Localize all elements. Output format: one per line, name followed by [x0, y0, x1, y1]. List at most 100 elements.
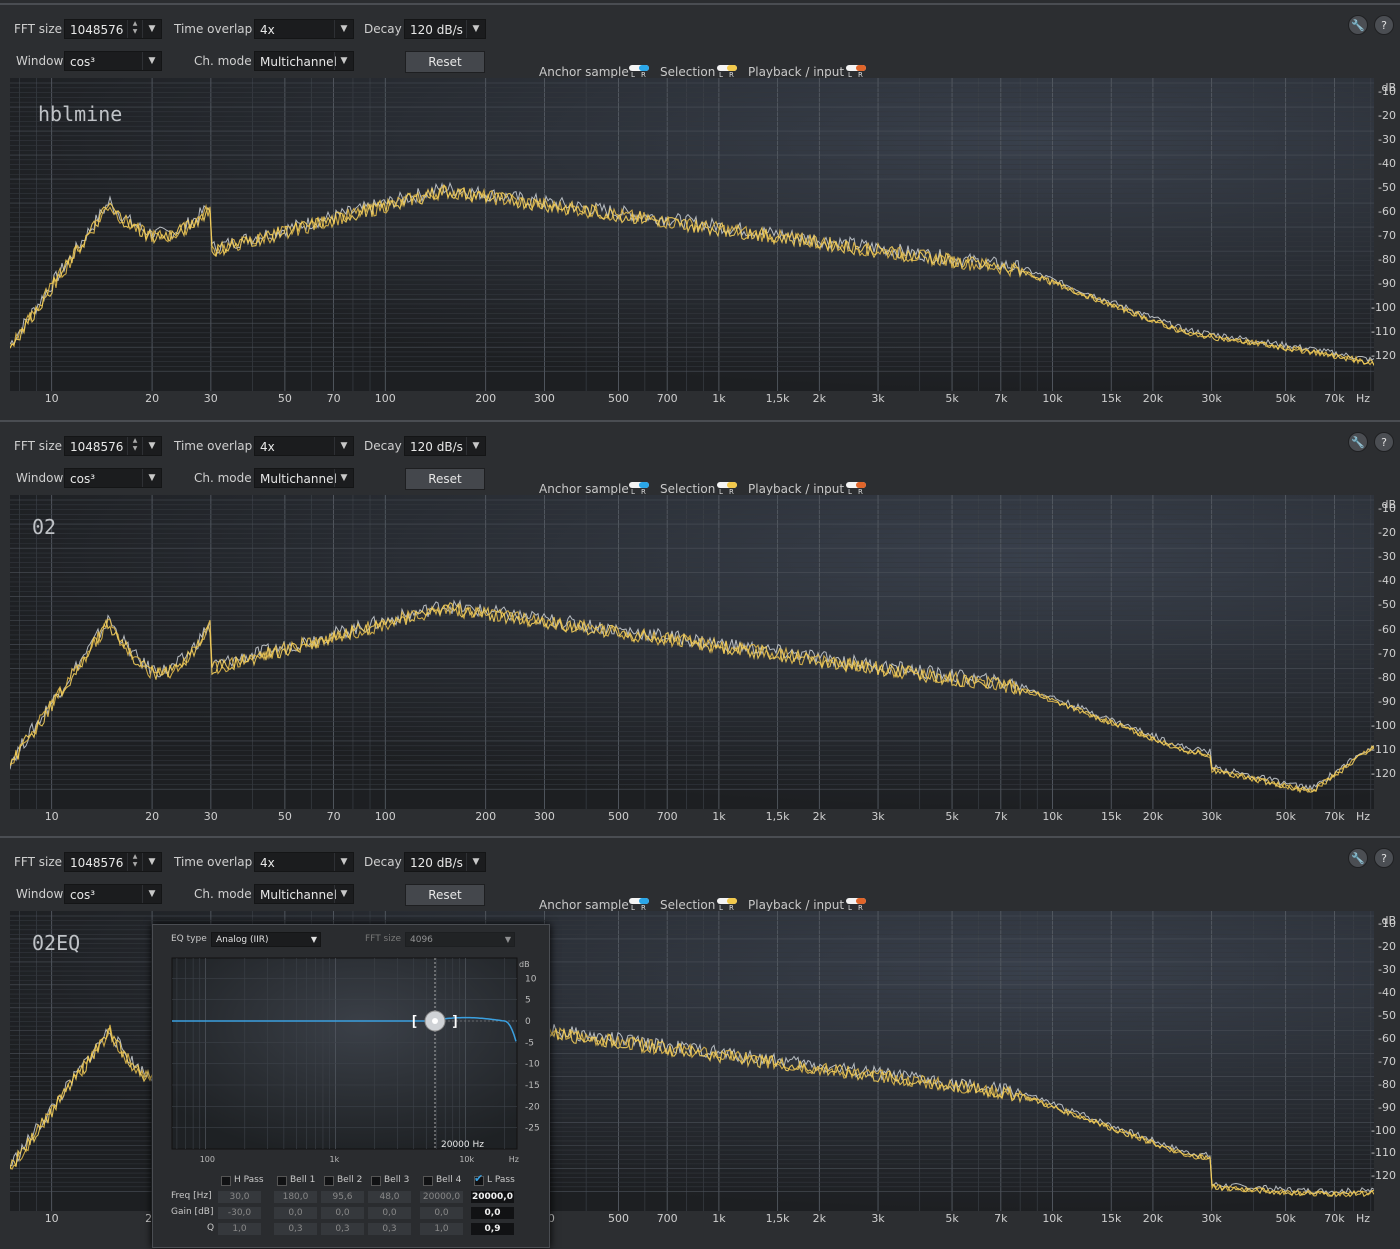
decay-dropdown[interactable]: 120 dB/s ▼ [404, 852, 486, 872]
stepper-icon[interactable]: ▲ ▼ [127, 20, 142, 38]
db-tick-label: -100 [1371, 1124, 1396, 1137]
db-tick-label: -70 [1378, 647, 1396, 660]
band-enable-checkbox[interactable] [221, 1176, 231, 1186]
window-dropdown[interactable]: cos³ ▼ [64, 468, 162, 488]
help-button[interactable]: ? [1374, 15, 1394, 35]
db-tick-label: -10 [1378, 502, 1396, 515]
band-q-field[interactable]: 0,9 [471, 1223, 514, 1235]
band-q-field[interactable]: 0,3 [274, 1223, 317, 1235]
time-overlap-value: 4x [260, 440, 275, 454]
fft-size-value: 1048576 [70, 856, 124, 870]
spectrum-plot[interactable]: 02 [10, 495, 1374, 809]
wrench-icon[interactable]: 🔧 [1348, 15, 1368, 35]
ch-mode-value: Multichannel [260, 55, 337, 69]
eq-type-value: Analog (IIR) [216, 935, 269, 945]
band-enable-checkbox[interactable] [277, 1176, 287, 1186]
wrench-icon[interactable]: 🔧 [1348, 848, 1368, 868]
decay-dropdown[interactable]: 120 dB/s ▼ [404, 436, 486, 456]
db-tick-label: -20 [1378, 526, 1396, 539]
hz-tick-label: 1k [712, 392, 726, 405]
band-gain-field[interactable]: 0,0 [274, 1207, 317, 1219]
band-q-field[interactable]: 1,0 [420, 1223, 463, 1235]
ch-mode-dropdown[interactable]: Multichannel ▼ [254, 468, 354, 488]
reset-button[interactable]: Reset [405, 884, 485, 906]
stepper-icon[interactable]: ▲ ▼ [127, 853, 142, 871]
band-enable-checkbox[interactable] [324, 1176, 334, 1186]
wrench-icon[interactable]: 🔧 [1348, 432, 1368, 452]
band-freq-field[interactable]: 95,6 [321, 1191, 364, 1203]
decay-dropdown[interactable]: 120 dB/s ▼ [404, 19, 486, 39]
ch-mode-dropdown[interactable]: Multichannel ▼ [254, 51, 354, 71]
chevron-down-icon[interactable]: ▼ [334, 853, 353, 871]
fft-size-dropdown[interactable]: 1048576 ▲ ▼ ▼ [64, 436, 162, 456]
db-tick-label: -60 [1378, 205, 1396, 218]
chevron-down-icon[interactable]: ▼ [142, 853, 161, 871]
chevron-down-icon[interactable]: ▼ [466, 437, 485, 455]
chevron-down-icon[interactable]: ▼ [334, 469, 353, 487]
band-gain-field[interactable]: -30,0 [218, 1207, 261, 1219]
fft-size-dropdown[interactable]: 1048576 ▲ ▼ ▼ [64, 852, 162, 872]
hz-tick-label: 500 [608, 392, 629, 405]
band-q-field[interactable]: 1,0 [218, 1223, 261, 1235]
band-gain-field[interactable]: 0,0 [321, 1207, 364, 1219]
reset-button[interactable]: Reset [405, 51, 485, 73]
reset-button[interactable]: Reset [405, 468, 485, 490]
eq-response-graph[interactable]: [ ] 20000 Hz dB 10 5 0 -5 -10 -15 -20 -25 100 1k… [153, 953, 549, 1183]
db-tick-label: -40 [1378, 157, 1396, 170]
band-enable-checkbox[interactable] [371, 1176, 381, 1186]
chevron-down-icon[interactable]: ▼ [334, 437, 353, 455]
hz-tick-label: 70k [1324, 1212, 1345, 1225]
decay-label: Decay [364, 855, 402, 869]
window-dropdown[interactable]: cos³ ▼ [64, 51, 162, 71]
band-freq-field[interactable]: 30,0 [218, 1191, 261, 1203]
time-overlap-dropdown[interactable]: 4x ▼ [254, 19, 354, 39]
db-tick-label: -100 [1371, 719, 1396, 732]
chevron-down-icon[interactable]: ▼ [142, 469, 161, 487]
chevron-down-icon[interactable]: ▼ [142, 52, 161, 70]
eq-type-dropdown[interactable]: Analog (IIR) ▼ [211, 932, 321, 947]
band-freq-field[interactable]: 48,0 [368, 1191, 411, 1203]
track-title: 02EQ [32, 931, 81, 955]
band-q-field[interactable]: 0,3 [368, 1223, 411, 1235]
chevron-down-icon[interactable]: ▼ [142, 437, 161, 455]
chevron-down-icon[interactable]: ▼ [142, 20, 161, 38]
help-button[interactable]: ? [1374, 848, 1394, 868]
ch-mode-dropdown[interactable]: Multichannel ▼ [254, 884, 354, 904]
hz-tick-label: 70k [1324, 810, 1345, 823]
db-tick-label: -50 [1378, 598, 1396, 611]
db-tick-label: -90 [1378, 695, 1396, 708]
db-tick-label: -60 [1378, 623, 1396, 636]
db-tick-label: -110 [1371, 1146, 1396, 1159]
chevron-down-icon[interactable]: ▼ [466, 20, 485, 38]
hz-tick-label: 20 [145, 392, 160, 405]
chevron-down-icon[interactable]: ▼ [334, 52, 353, 70]
time-overlap-dropdown[interactable]: 4x ▼ [254, 436, 354, 456]
hz-tick-label: 10 [44, 392, 59, 405]
db-tick-label: -120 [1371, 1169, 1396, 1182]
chevron-down-icon[interactable]: ▼ [466, 853, 485, 871]
fft-size-dropdown[interactable]: 1048576 ▲ ▼ ▼ [64, 19, 162, 39]
time-overlap-dropdown[interactable]: 4x ▼ [254, 852, 354, 872]
window-dropdown[interactable]: cos³ ▼ [64, 884, 162, 904]
band-freq-field[interactable]: 20000,0 [471, 1191, 514, 1203]
chevron-down-icon[interactable]: ▼ [334, 20, 353, 38]
spectrum-plot[interactable]: hblmine [10, 78, 1374, 391]
band-gain-field[interactable]: 0,0 [420, 1207, 463, 1219]
ch-mode-value: Multichannel [260, 472, 337, 486]
chevron-down-icon[interactable]: ▼ [334, 885, 353, 903]
chevron-down-icon[interactable]: ▼ [142, 885, 161, 903]
hz-tick-label: 3k [871, 392, 885, 405]
decay-value: 120 dB/s [410, 23, 463, 37]
db-tick-label: -30 [1378, 963, 1396, 976]
band-enable-checkbox[interactable] [423, 1176, 433, 1186]
band-freq-field[interactable]: 20000,0 [420, 1191, 463, 1203]
hz-tick-label: 700 [656, 1212, 678, 1225]
db-tick-label: -10 [1378, 917, 1396, 930]
band-q-field[interactable]: 0,3 [321, 1223, 364, 1235]
stepper-icon[interactable]: ▲ ▼ [127, 437, 142, 455]
band-gain-field[interactable]: 0,0 [471, 1207, 514, 1219]
hz-tick-label: 20k [1142, 1212, 1164, 1225]
band-gain-field[interactable]: 0,0 [368, 1207, 411, 1219]
help-button[interactable]: ? [1374, 432, 1394, 452]
band-freq-field[interactable]: 180,0 [274, 1191, 317, 1203]
